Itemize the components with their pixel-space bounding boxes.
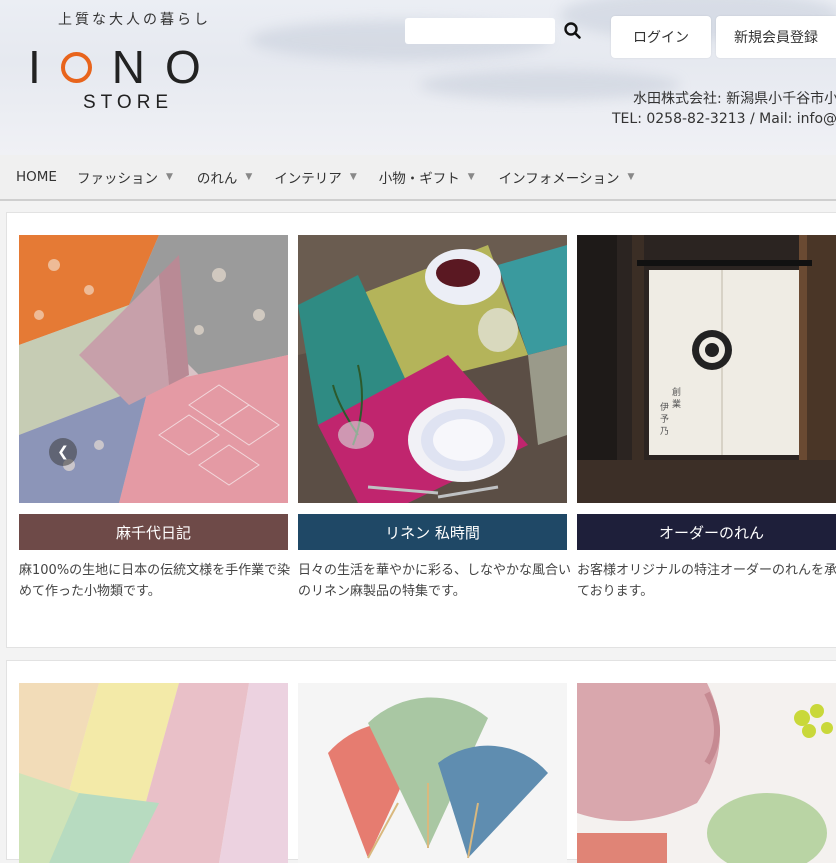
svg-text:創: 創 bbox=[672, 386, 681, 398]
secondary-panel bbox=[6, 660, 836, 863]
nav-item-fashion[interactable]: ファッション ▼ bbox=[77, 167, 173, 187]
feature-image-linen-table[interactable] bbox=[298, 235, 567, 503]
logo-store-text: STORE bbox=[83, 92, 174, 113]
nav-item-label: HOME bbox=[16, 169, 57, 185]
carousel-prev-button[interactable]: ❮ bbox=[49, 438, 77, 466]
company-info: 水田株式会社: 新潟県小千谷市小 bbox=[633, 91, 836, 107]
search-icon bbox=[564, 22, 581, 39]
site-header: 上質な大人の暮らし I N O STORE ログイン 新規会員登録 水田株式会社… bbox=[0, 0, 836, 155]
feature-description: 麻100%の生地に日本の伝統文様を手作業で染めて作った小物類です。 bbox=[19, 563, 291, 599]
dropdown-arrow-icon: ▼ bbox=[349, 172, 357, 182]
nav-item-noren[interactable]: のれん ▼ bbox=[197, 167, 252, 187]
dropdown-arrow-icon: ▼ bbox=[245, 172, 253, 182]
logo-letter-i: I bbox=[28, 41, 61, 93]
search-input[interactable] bbox=[405, 18, 555, 44]
dropdown-arrow-icon: ▼ bbox=[467, 172, 475, 182]
nav-item-gifts[interactable]: 小物・ギフト ▼ bbox=[379, 167, 475, 187]
nav-item-interior[interactable]: インテリア ▼ bbox=[274, 167, 356, 187]
product-image-gauze-scarves[interactable] bbox=[19, 683, 288, 863]
logo-letter-n: N bbox=[111, 41, 166, 93]
site-logo[interactable]: I N O bbox=[28, 40, 221, 94]
feature-image-noren-curtain[interactable]: 創業伊予乃 bbox=[577, 235, 836, 503]
product-image-folding-fans[interactable] bbox=[298, 683, 567, 863]
feature-description: 日々の生活を華やかに彩る、しなやかな風合いのリネン麻製品の特集です。 bbox=[298, 563, 572, 599]
site-tagline: 上質な大人の暮らし bbox=[58, 12, 211, 28]
search-button[interactable] bbox=[562, 20, 584, 42]
feature-title[interactable]: 麻千代日記 bbox=[19, 514, 288, 550]
dropdown-arrow-icon: ▼ bbox=[627, 172, 635, 182]
contact-info: TEL: 0258-82-3213 / Mail: info@oju bbox=[612, 111, 836, 127]
feature-card-noren[interactable]: 創業伊予乃 オーダーのれん お客様オリジナルの特注オーダーのれんを承っております… bbox=[577, 235, 836, 602]
logo-ring bbox=[60, 51, 92, 83]
svg-text:業: 業 bbox=[672, 398, 681, 410]
svg-text:乃: 乃 bbox=[660, 426, 669, 437]
chevron-left-icon: ❮ bbox=[57, 444, 69, 460]
login-button[interactable]: ログイン bbox=[611, 16, 711, 58]
nav-item-label: インテリア bbox=[274, 171, 342, 187]
nav-item-information[interactable]: インフォメーション ▼ bbox=[499, 167, 635, 187]
logo-letter-o: O bbox=[165, 41, 221, 93]
feature-image-origami-fabric[interactable]: ❮ bbox=[19, 235, 288, 503]
register-button[interactable]: 新規会員登録 bbox=[716, 16, 836, 58]
main-nav: HOME ファッション ▼ のれん ▼ インテリア ▼ 小物・ギフト ▼ インフ… bbox=[0, 155, 836, 201]
product-image-pink-linen[interactable] bbox=[577, 683, 836, 863]
dropdown-arrow-icon: ▼ bbox=[165, 172, 173, 182]
feature-card-asachiyo[interactable]: ❮ 麻千代日記 麻100%の生地に日本の伝統文様を手作業で染めて作った小物類です… bbox=[19, 235, 290, 602]
feature-description: お客様オリジナルの特注オーダーのれんを承っております。 bbox=[577, 563, 836, 599]
svg-text:予: 予 bbox=[660, 414, 669, 425]
feature-title[interactable]: オーダーのれん bbox=[577, 514, 836, 550]
nav-item-label: のれん bbox=[196, 171, 238, 187]
nav-item-label: インフォメーション bbox=[498, 171, 620, 187]
feature-card-linen[interactable]: リネン 私時間 日々の生活を華やかに彩る、しなやかな風合いのリネン麻製品の特集で… bbox=[298, 235, 571, 602]
svg-text:伊: 伊 bbox=[660, 401, 669, 413]
nav-item-label: ファッション bbox=[76, 171, 158, 187]
featured-panel: ❮ 麻千代日記 麻100%の生地に日本の伝統文様を手作業で染めて作った小物類です… bbox=[6, 212, 836, 648]
feature-title[interactable]: リネン 私時間 bbox=[298, 514, 567, 550]
nav-item-home[interactable]: HOME bbox=[16, 169, 57, 185]
nav-item-label: 小物・ギフト bbox=[378, 171, 460, 187]
